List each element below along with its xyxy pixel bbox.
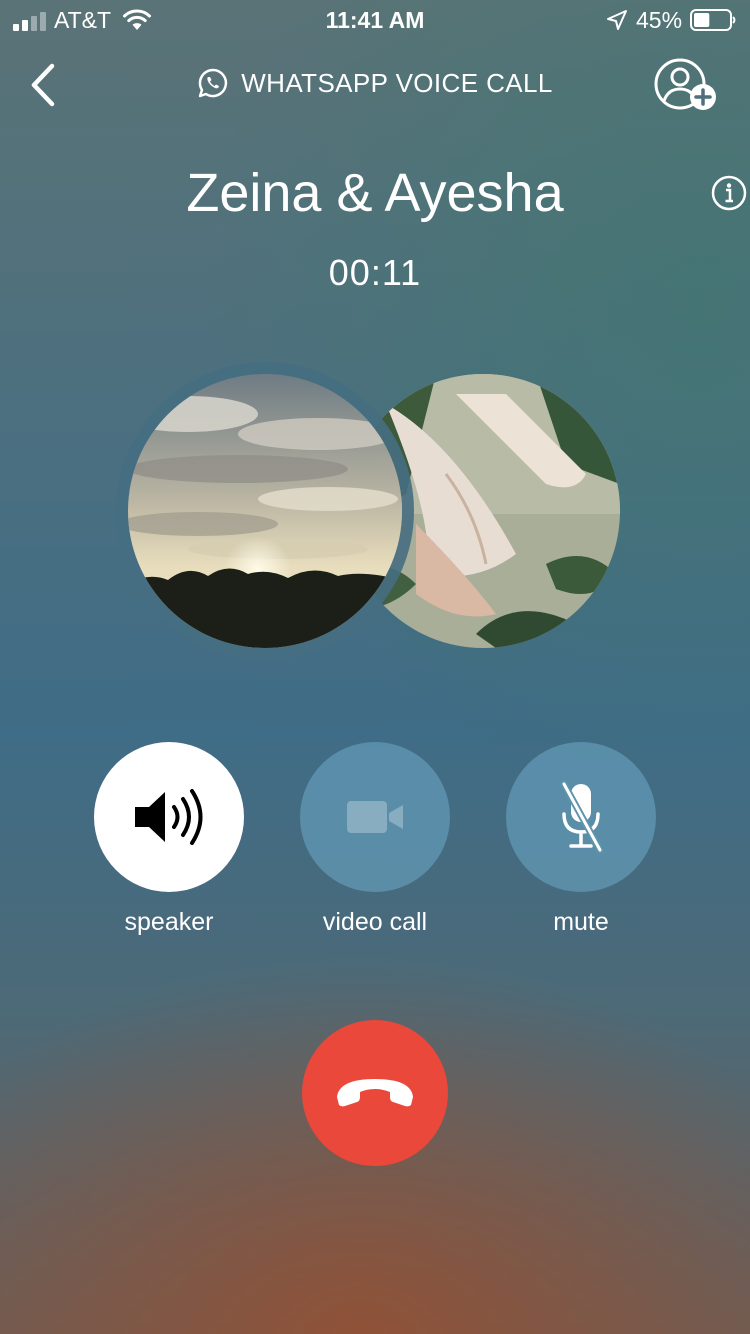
call-type-header: WHATSAPP VOICE CALL (0, 67, 750, 99)
mute-button[interactable] (506, 742, 656, 892)
info-icon (711, 175, 747, 211)
caller-name: Zeina & Ayesha (186, 163, 564, 223)
add-participant-button[interactable] (650, 56, 722, 116)
participant-avatar-sunset[interactable] (128, 374, 402, 648)
whatsapp-icon (198, 68, 228, 98)
mute-label: mute (553, 908, 609, 936)
call-duration: 00:11 (328, 252, 422, 293)
phone-hangup-icon (337, 1079, 413, 1107)
speaker-icon (135, 789, 203, 845)
video-camera-icon (347, 801, 403, 833)
video-call-button[interactable] (300, 742, 450, 892)
battery-icon (690, 9, 736, 31)
speaker-button[interactable] (94, 742, 244, 892)
info-button[interactable] (710, 174, 748, 212)
add-person-icon (654, 58, 716, 110)
status-bar: AT&T 11:41 AM 45% (0, 0, 750, 40)
end-call-button[interactable] (302, 1020, 448, 1166)
sunset-photo (128, 374, 402, 648)
video-call-label: video call (322, 908, 428, 936)
location-arrow-icon (607, 10, 627, 30)
microphone-muted-icon (560, 780, 604, 854)
battery-percent: 45% (636, 7, 683, 33)
call-type-label: WHATSAPP VOICE CALL (241, 67, 553, 98)
speaker-label: speaker (124, 908, 214, 936)
